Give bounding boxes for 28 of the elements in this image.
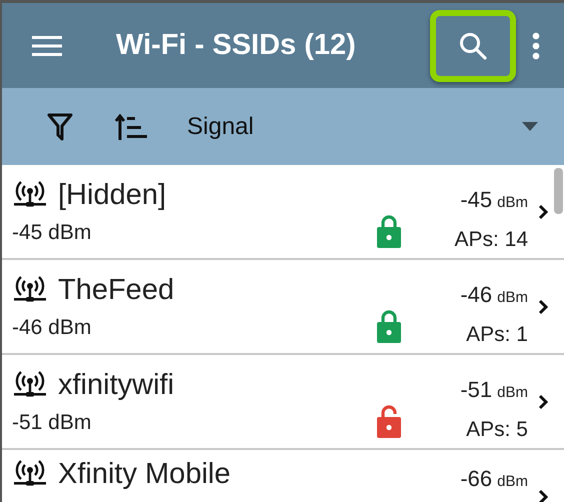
ap-count: APs: 5 xyxy=(466,417,528,443)
search-button[interactable] xyxy=(430,10,516,82)
sort-dropdown[interactable]: Signal xyxy=(187,108,254,144)
menu-icon[interactable] xyxy=(32,34,62,56)
chevron-right-icon xyxy=(538,298,548,314)
ssid-name: [Hidden] xyxy=(58,178,166,213)
dropdown-caret-icon[interactable] xyxy=(522,122,538,131)
ap-count: APs: 1 xyxy=(466,322,528,348)
ssid-name: xfinitywifi xyxy=(58,368,174,403)
signal-strength: -66 dBm xyxy=(460,465,528,493)
screen-title: Wi-Fi - SSIDs (12) xyxy=(116,28,356,63)
ap-count: APs: 14 xyxy=(454,227,528,253)
signal-strength: -46 dBm xyxy=(460,281,528,309)
ssid-name: Xfinity Mobile xyxy=(58,457,230,492)
scrollbar[interactable] xyxy=(554,168,563,214)
chevron-right-icon xyxy=(538,488,548,502)
signal-strength: -45 dBm xyxy=(460,186,528,214)
signal-reading: -46 dBm xyxy=(12,315,92,341)
chevron-right-icon xyxy=(538,204,548,220)
signal-reading: -45 dBm xyxy=(12,220,92,246)
signal-strength: -51 dBm xyxy=(460,376,528,404)
sort-icon[interactable] xyxy=(115,114,147,140)
chevron-right-icon xyxy=(538,394,548,410)
ssid-name: TheFeed xyxy=(58,273,174,308)
signal-reading: -51 dBm xyxy=(12,410,92,436)
more-icon[interactable] xyxy=(532,32,540,60)
search-icon xyxy=(458,30,488,60)
filter-icon[interactable] xyxy=(47,112,73,140)
